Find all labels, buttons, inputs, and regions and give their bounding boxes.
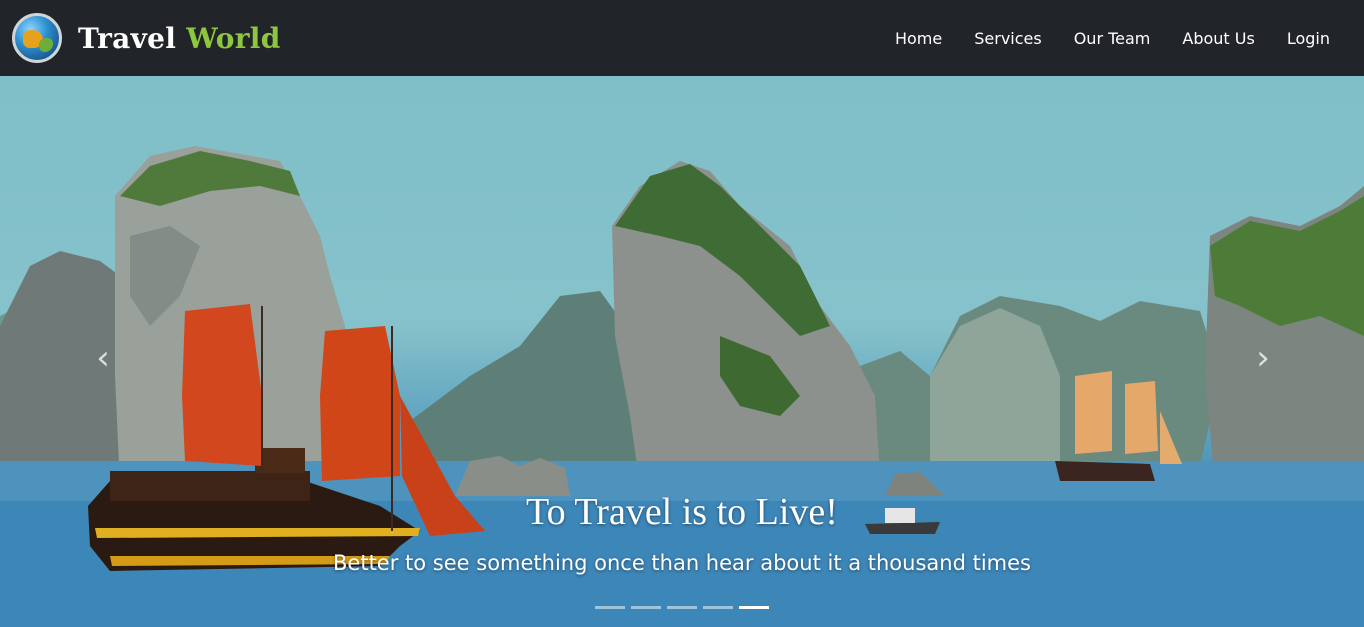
brand-name: Travel World	[78, 22, 281, 55]
navbar: Travel World Home Services Our Team Abou…	[0, 0, 1364, 76]
brand[interactable]: Travel World	[12, 13, 281, 63]
hero-carousel: ‹ › To Travel is to Live! Better to see …	[0, 76, 1364, 627]
carousel-indicator[interactable]	[595, 606, 625, 609]
hero-title: To Travel is to Live!	[526, 491, 838, 533]
hero-image	[0, 146, 1364, 627]
nav-services[interactable]: Services	[958, 29, 1057, 48]
chevron-left-icon[interactable]: ‹	[88, 338, 118, 378]
nav-about-us[interactable]: About Us	[1166, 29, 1270, 48]
chevron-right-icon[interactable]: ›	[1248, 338, 1278, 378]
carousel-indicators	[0, 606, 1364, 609]
nav-login[interactable]: Login	[1271, 29, 1346, 48]
globe-icon	[12, 13, 62, 63]
brand-word-2: World	[186, 21, 281, 55]
brand-word-1: Travel	[78, 21, 177, 55]
carousel-indicator[interactable]	[631, 606, 661, 609]
carousel-indicator[interactable]	[667, 606, 697, 609]
nav-our-team[interactable]: Our Team	[1058, 29, 1167, 48]
nav-home[interactable]: Home	[879, 29, 958, 48]
nav-links: Home Services Our Team About Us Login	[879, 29, 1346, 48]
carousel-indicator[interactable]	[703, 606, 733, 609]
hero-subtitle: Better to see something once than hear a…	[333, 551, 1031, 575]
carousel-indicator-active[interactable]	[739, 606, 769, 609]
